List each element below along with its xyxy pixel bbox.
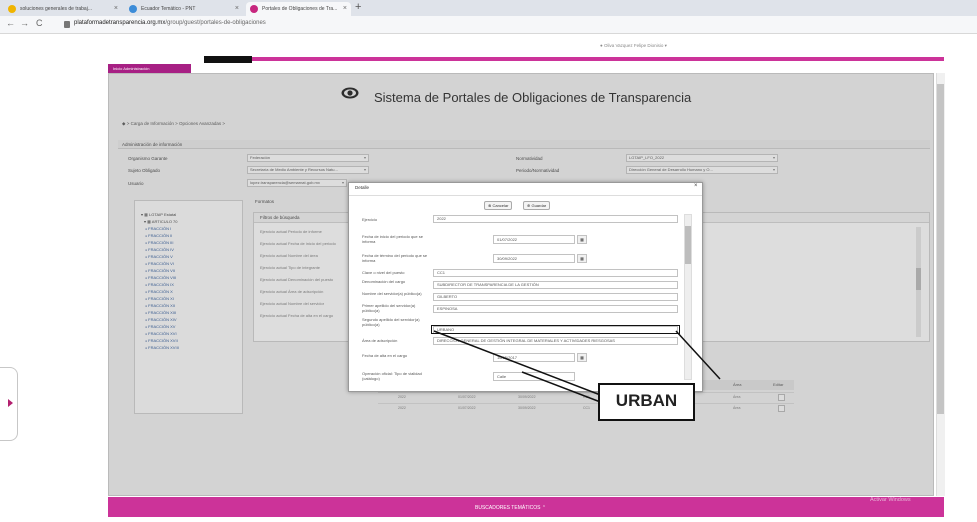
modal-title: Detalle bbox=[355, 185, 370, 190]
reload-icon[interactable]: C bbox=[36, 18, 43, 28]
close-icon[interactable]: × bbox=[694, 183, 698, 189]
nombre-input[interactable]: GILBERTO bbox=[433, 293, 678, 301]
brand-strip bbox=[210, 57, 944, 61]
tab-label: Portales de Obligaciones de Tra... bbox=[262, 6, 338, 12]
user-menu[interactable]: ● Oliva Vazquez Felipe Dionisio ▾ bbox=[600, 43, 667, 49]
tab-favicon-icon bbox=[8, 5, 16, 13]
field-label: Fecha de término del periodo que se info… bbox=[362, 253, 428, 263]
field-label: Ejercicio bbox=[362, 217, 378, 222]
browser-tab-2[interactable]: Ecuador Temático - PNT × bbox=[125, 2, 243, 16]
chevron-right-icon[interactable] bbox=[8, 399, 13, 407]
area-input[interactable]: DIRECCIÓN GENERAL DE GESTIÓN INTEGRAL DE… bbox=[433, 337, 678, 345]
address-bar[interactable]: ← → C plataformadetransparencia.org.mx/g… bbox=[0, 16, 977, 34]
field-label: Área de adscripción bbox=[362, 338, 398, 343]
field-label: Denominación del cargo bbox=[362, 279, 406, 284]
field-label: Clave o nivel del puesto bbox=[362, 270, 405, 275]
calendar-icon[interactable]: ▦ bbox=[577, 353, 587, 362]
url-text[interactable]: plataformadetransparencia.org.mx/group/g… bbox=[74, 20, 266, 26]
tab-favicon-icon bbox=[250, 5, 258, 13]
calendar-icon[interactable]: ▦ bbox=[577, 254, 587, 263]
forward-icon[interactable]: → bbox=[20, 18, 29, 28]
field-label: Fecha de alta en el cargo bbox=[362, 353, 408, 358]
close-tab-icon[interactable]: × bbox=[114, 2, 118, 16]
divider bbox=[349, 195, 702, 196]
thematic-search-button[interactable]: BUSCADORES TEMÁTICOS ⌃ bbox=[475, 505, 546, 511]
annotation-highlight bbox=[431, 325, 680, 334]
cargo-input[interactable]: SUBDIRECTOR DE TRANSPARENCIA DE LA GESTI… bbox=[433, 281, 678, 289]
calendar-icon[interactable]: ▦ bbox=[577, 235, 587, 244]
tab-label: soluciones generales de trabaj... bbox=[20, 6, 92, 12]
field-label: Primer apellido del servidor(a) público(… bbox=[362, 303, 416, 313]
field-label: Nombre del servidor(a) público(a) bbox=[362, 291, 422, 296]
close-tab-icon[interactable]: × bbox=[343, 2, 347, 16]
tab-label: Ecuador Temático - PNT bbox=[141, 6, 196, 12]
save-button[interactable]: ⊕ Guardar bbox=[523, 201, 551, 210]
lock-icon bbox=[64, 21, 70, 28]
callout-text: URBAN bbox=[615, 391, 678, 410]
url-host: plataformadetransparencia.org.mx bbox=[74, 20, 166, 26]
tab-favicon-icon bbox=[129, 5, 137, 13]
field-label: Operación oficial: Tipo de vialidad (cat… bbox=[362, 371, 422, 381]
browser-tab-active[interactable]: Portales de Obligaciones de Tra... × bbox=[246, 2, 351, 16]
modal-scroll-thumb[interactable] bbox=[685, 226, 691, 264]
end-date-input[interactable]: 30/09/2022 bbox=[493, 254, 575, 263]
primer-apellido-input[interactable]: ESPINOSA bbox=[433, 305, 678, 313]
browser-tab-1[interactable]: soluciones generales de trabaj... × bbox=[4, 2, 122, 16]
alta-date-input[interactable]: 16/05/2017 bbox=[493, 353, 575, 362]
vialidad-select[interactable]: Calle bbox=[493, 372, 575, 381]
cancel-button[interactable]: ⊗ Cancelar bbox=[484, 201, 513, 210]
clave-input[interactable]: CC1 bbox=[433, 269, 678, 277]
new-tab-icon[interactable]: + bbox=[355, 1, 361, 13]
ejercicio-input[interactable]: 2022 bbox=[433, 215, 678, 223]
field-label: Segundo apellido del servidor(a) público… bbox=[362, 317, 420, 327]
page-scroll-thumb[interactable] bbox=[937, 84, 944, 414]
windows-watermark: Activar Windows bbox=[870, 497, 911, 503]
url-path: /group/guest/portales-de-obligaciones bbox=[165, 20, 266, 26]
close-tab-icon[interactable]: × bbox=[235, 2, 239, 16]
top-nav-tab[interactable]: Inicio Administración bbox=[108, 64, 191, 73]
redaction-bar bbox=[204, 56, 252, 63]
field-label: Fecha de inicio del periodo que se infor… bbox=[362, 234, 423, 244]
browser-tab-bar: soluciones generales de trabaj... × Ecua… bbox=[0, 0, 977, 16]
back-icon[interactable]: ← bbox=[6, 18, 15, 28]
start-date-input[interactable]: 01/07/2022 bbox=[493, 235, 575, 244]
